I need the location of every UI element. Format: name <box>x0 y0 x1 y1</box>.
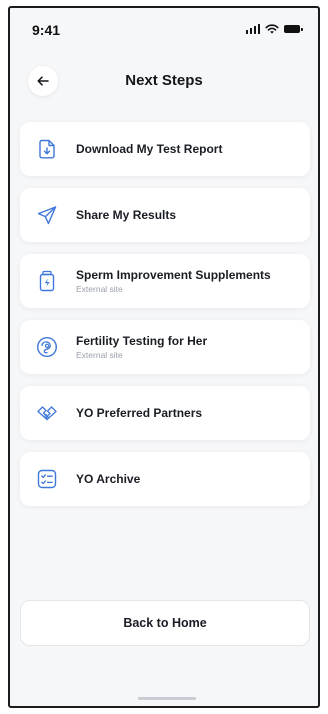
menu-item-text: YO Archive <box>76 452 300 506</box>
menu-item-download-report[interactable]: Download My Test Report <box>20 122 310 176</box>
page-title: Next Steps <box>125 72 203 89</box>
checklist-icon <box>37 469 57 489</box>
next-steps-menu: Download My Test Report Share My Results… <box>20 122 310 518</box>
menu-item-label: Share My Results <box>76 208 177 222</box>
status-icons <box>245 24 303 34</box>
supplement-bottle-icon <box>39 270 55 292</box>
external-site-note: External site <box>76 350 123 360</box>
menu-item-supplements[interactable]: Sperm Improvement Supplements External s… <box>20 254 310 308</box>
menu-item-archive[interactable]: YO Archive <box>20 452 310 506</box>
header: Next Steps <box>10 66 318 98</box>
home-indicator[interactable] <box>138 697 196 700</box>
menu-item-label: Download My Test Report <box>76 142 223 156</box>
download-document-icon <box>39 139 55 159</box>
menu-item-text: Share My Results <box>76 188 300 242</box>
send-icon <box>37 206 57 225</box>
cellular-signal-icon <box>245 24 260 34</box>
menu-item-text: YO Preferred Partners <box>76 386 300 440</box>
status-time: 9:41 <box>32 22 61 38</box>
menu-item-share-results[interactable]: Share My Results <box>20 188 310 242</box>
handshake-icon <box>37 406 57 421</box>
wifi-icon <box>265 24 279 34</box>
menu-item-fertility-testing[interactable]: Fertility Testing for Her External site <box>20 320 310 374</box>
menu-item-text: Fertility Testing for Her External site <box>76 320 300 374</box>
menu-item-label: YO Preferred Partners <box>76 406 203 420</box>
back-to-home-button[interactable]: Back to Home <box>20 600 310 646</box>
status-bar: 9:41 <box>10 8 318 52</box>
menu-item-text: Sperm Improvement Supplements External s… <box>76 254 300 308</box>
external-site-note: External site <box>76 284 123 294</box>
menu-item-label: Fertility Testing for Her <box>76 334 208 348</box>
phone-screen: 9:41 Next Steps Download My Test Report … <box>8 6 320 708</box>
menu-item-preferred-partners[interactable]: YO Preferred Partners <box>20 386 310 440</box>
menu-item-label: YO Archive <box>76 472 141 486</box>
battery-icon <box>284 25 303 33</box>
fertility-icon <box>36 336 58 358</box>
menu-item-text: Download My Test Report <box>76 122 300 176</box>
menu-item-label: Sperm Improvement Supplements <box>76 268 271 282</box>
